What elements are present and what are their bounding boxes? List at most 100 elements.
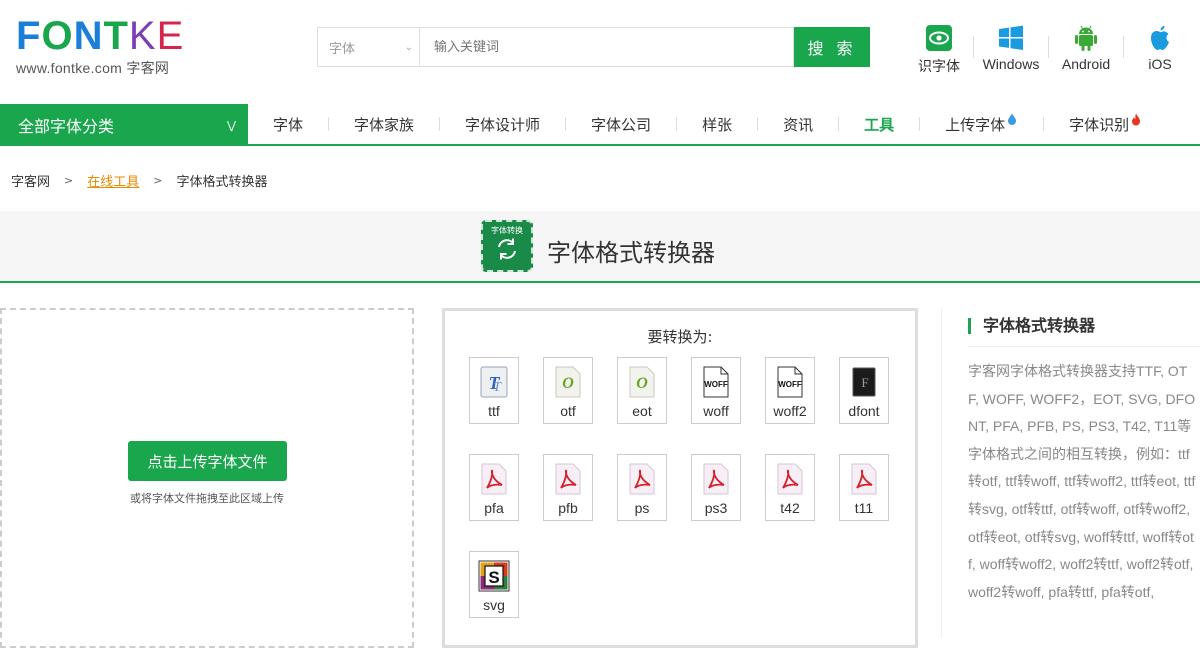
pdf-file-icon — [777, 458, 803, 500]
chevron-down-icon: ⌄ — [404, 41, 413, 53]
logo-letter: T — [103, 14, 129, 58]
divider — [968, 346, 1200, 347]
nav-items: 字体 字体家族 字体设计师 字体公司 样张 资讯 工具 上传字体 字体识别 — [248, 104, 1166, 144]
nav-item-specimens[interactable]: 样张 — [677, 104, 757, 144]
header: F O N T K E www.fontke.com 字客网 字体 ⌄ 搜 索 … — [0, 0, 1200, 104]
upload-font-button[interactable]: 点击上传字体文件 — [128, 441, 287, 481]
search-bar: 字体 ⌄ 搜 索 — [317, 27, 870, 67]
format-option-woff2[interactable]: WOFF woff2 — [765, 357, 815, 424]
format-label: dfont — [848, 403, 880, 419]
nav-item-label: 字体识别 — [1069, 115, 1130, 134]
sidebar-title: 字体格式转换器 — [968, 318, 1095, 334]
format-label: ps3 — [704, 500, 728, 516]
format-option-ps[interactable]: ps — [617, 454, 667, 521]
platform-label: iOS — [1148, 56, 1172, 72]
format-option-ps3[interactable]: ps3 — [691, 454, 741, 521]
title-icon-label: 字体转换 — [491, 226, 523, 235]
platform-windows[interactable]: Windows — [974, 24, 1048, 78]
svg-text:F: F — [861, 375, 868, 390]
svg-text:T: T — [493, 380, 502, 395]
nav-item-fonts[interactable]: 字体 — [248, 104, 328, 144]
format-option-t11[interactable]: t11 — [839, 454, 889, 521]
windows-icon — [998, 24, 1024, 52]
format-label: ttf — [488, 403, 500, 419]
target-format-title: 要转换为: — [647, 328, 713, 346]
platform-label: 识字体 — [918, 58, 960, 74]
format-option-pfb[interactable]: pfb — [543, 454, 593, 521]
breadcrumb-tools[interactable]: 在线工具 — [87, 171, 139, 190]
format-label: t11 — [854, 500, 874, 516]
format-label: woff — [703, 403, 729, 419]
format-label: woff2 — [773, 403, 807, 419]
all-categories-menu[interactable]: 全部字体分类 ⋁ — [0, 104, 248, 146]
woff-file-icon: WOFF — [703, 361, 729, 403]
android-icon — [1073, 24, 1099, 52]
format-option-eot[interactable]: O eot — [617, 357, 667, 424]
page-title-band: 字体转换 字体格式转换器 — [0, 211, 1200, 283]
breadcrumb-current: 字体格式转换器 — [176, 175, 268, 190]
svg-text:WOFF: WOFF — [704, 380, 728, 389]
platform-font-identify[interactable]: 识字体 — [905, 24, 973, 78]
breadcrumb-separator: > — [64, 174, 74, 187]
otf-file-icon: O — [555, 361, 581, 403]
search-input[interactable] — [419, 27, 794, 67]
format-label: ps — [634, 500, 650, 516]
format-option-ttf[interactable]: TT ttf — [469, 357, 519, 424]
logo-subtitle: www.fontke.com 字客网 — [16, 60, 170, 76]
platform-android[interactable]: Android — [1049, 24, 1123, 78]
convert-arrows-icon — [498, 238, 516, 260]
format-label: t42 — [780, 500, 800, 516]
svg-text:O: O — [562, 375, 574, 392]
format-label: svg — [483, 597, 505, 613]
format-label: otf — [560, 403, 576, 419]
site-logo[interactable]: F O N T K E www.fontke.com 字客网 — [16, 16, 206, 76]
svg-file-icon: S — [478, 555, 510, 597]
pdf-file-icon — [481, 458, 507, 500]
pdf-file-icon — [703, 458, 729, 500]
pdf-file-icon — [851, 458, 877, 500]
woff2-file-icon: WOFF — [777, 361, 803, 403]
upload-dropzone[interactable]: 点击上传字体文件 或将字体文件拖拽至此区域上传 — [0, 308, 414, 648]
nav-item-companies[interactable]: 字体公司 — [566, 104, 676, 144]
fire-icon — [1132, 113, 1141, 125]
format-option-pfa[interactable]: pfa — [469, 454, 519, 521]
format-option-dfont[interactable]: F dfont — [839, 357, 889, 424]
nav-item-tools[interactable]: 工具 — [839, 104, 919, 144]
apple-icon — [1148, 24, 1172, 52]
water-drop-icon — [1008, 113, 1017, 125]
target-format-panel: 要转换为: TT ttf O otf O eot WOFF woff WOFF … — [442, 308, 918, 648]
logo-wordmark: F O N T K E — [16, 16, 206, 56]
format-label: pfa — [484, 500, 504, 516]
nav-item-news[interactable]: 资讯 — [758, 104, 838, 144]
platform-links: 识字体 Windows Android iOS — [905, 24, 1196, 78]
search-button[interactable]: 搜 索 — [794, 27, 870, 67]
format-option-woff[interactable]: WOFF woff — [691, 357, 741, 424]
format-option-otf[interactable]: O otf — [543, 357, 593, 424]
logo-letter: N — [73, 14, 104, 58]
font-convert-icon: 字体转换 — [481, 220, 533, 272]
pdf-file-icon — [629, 458, 655, 500]
info-sidebar: 字体格式转换器 字客网字体格式转换器支持TTF, OTF, WOFF, WOFF… — [941, 308, 1200, 638]
format-option-svg[interactable]: S svg — [469, 551, 519, 618]
format-label: pfb — [558, 500, 578, 516]
format-label: eot — [632, 403, 652, 419]
nav-item-label: 上传字体 — [945, 115, 1006, 134]
ttf-file-icon: TT — [480, 361, 508, 403]
platform-ios[interactable]: iOS — [1124, 24, 1196, 78]
nav-item-font-family[interactable]: 字体家族 — [329, 104, 439, 144]
platform-label: Android — [1061, 56, 1111, 72]
logo-letter: K — [128, 14, 157, 58]
nav-item-upload[interactable]: 上传字体 — [920, 104, 1043, 144]
nav-item-identify[interactable]: 字体识别 — [1044, 104, 1166, 144]
sidebar-description: 字客网字体格式转换器支持TTF, OTF, WOFF, WOFF2，EOT, S… — [968, 363, 1196, 600]
breadcrumb-home[interactable]: 字客网 — [11, 171, 50, 190]
format-option-t42[interactable]: t42 — [765, 454, 815, 521]
breadcrumb: 字客网 > 在线工具 > 字体格式转换器 — [11, 171, 267, 190]
double-chevron-down-icon: ⋁ — [226, 118, 236, 132]
svg-text:WOFF: WOFF — [778, 380, 802, 389]
all-categories-label: 全部字体分类 — [18, 117, 115, 136]
platform-label: Windows — [982, 56, 1040, 72]
search-category-select[interactable]: 字体 ⌄ — [317, 27, 419, 67]
eot-file-icon: O — [629, 361, 655, 403]
nav-item-designers[interactable]: 字体设计师 — [440, 104, 565, 144]
